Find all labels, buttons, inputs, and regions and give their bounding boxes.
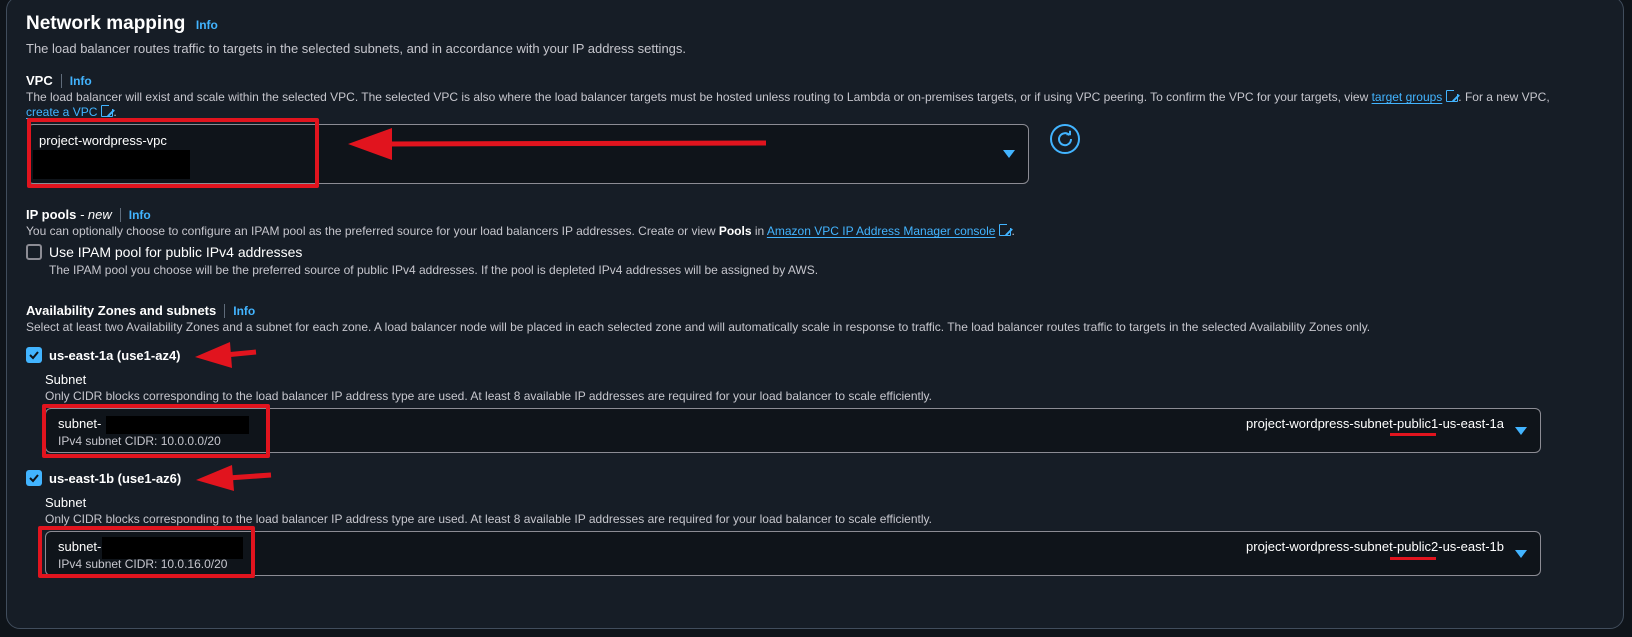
ip-pools-info-link[interactable]: Info bbox=[129, 208, 151, 222]
ipam-console-link[interactable]: Amazon VPC IP Address Manager console bbox=[767, 224, 996, 238]
subnet-label: Subnet bbox=[45, 495, 87, 510]
subnet-description: Only CIDR blocks corresponding to the lo… bbox=[45, 512, 932, 526]
section-header: Network mapping Info bbox=[26, 13, 218, 35]
vpc-label: VPC bbox=[26, 73, 53, 88]
ip-pools-header: IP pools - new Info bbox=[26, 206, 151, 224]
ip-pools-desc-text: You can optionally choose to configure a… bbox=[26, 224, 719, 238]
ipam-pool-checkbox[interactable] bbox=[26, 244, 42, 260]
section-title: Network mapping bbox=[26, 13, 186, 34]
vpc-desc-text-2: . For a new VPC, bbox=[1458, 90, 1550, 104]
section-description: The load balancer routes traffic to targ… bbox=[26, 41, 687, 56]
refresh-icon bbox=[1058, 130, 1073, 147]
subnet-description: Only CIDR blocks corresponding to the lo… bbox=[45, 389, 932, 403]
section-info-link[interactable]: Info bbox=[196, 18, 218, 32]
caret-down-icon bbox=[1515, 550, 1527, 558]
external-link-icon bbox=[999, 222, 1014, 236]
subnet-name: project-wordpress-subnet-public2-us-east… bbox=[1246, 539, 1504, 554]
subnet-label: Subnet bbox=[45, 372, 87, 387]
create-vpc-link[interactable]: create a VPC bbox=[26, 105, 97, 119]
annotation-box-subnet-2 bbox=[38, 526, 255, 578]
az-description: Select at least two Availability Zones a… bbox=[26, 320, 1371, 334]
external-link-icon bbox=[101, 103, 116, 117]
divider bbox=[60, 73, 62, 88]
annotation-box-subnet-1 bbox=[42, 404, 270, 458]
annotation-box-vpc bbox=[27, 118, 319, 188]
zone-label-us-east-1a[interactable]: us-east-1a (use1-az4) bbox=[49, 348, 181, 363]
az-label: Availability Zones and subnets bbox=[26, 303, 217, 318]
divider bbox=[119, 207, 121, 222]
subnet-select-us-east-1b[interactable]: subnet- IPv4 subnet CIDR: 10.0.16.0/20 p… bbox=[45, 531, 1541, 576]
ip-pools-desc-text-2: in bbox=[751, 224, 767, 238]
vpc-desc-text: The load balancer will exist and scale w… bbox=[26, 90, 1372, 104]
zone-checkbox-us-east-1b[interactable] bbox=[26, 470, 42, 486]
ip-pools-description: You can optionally choose to configure a… bbox=[26, 222, 1015, 238]
refresh-button[interactable] bbox=[1050, 124, 1080, 154]
annotation-underline-public1 bbox=[1390, 433, 1436, 436]
subnet-name: project-wordpress-subnet-public1-us-east… bbox=[1246, 416, 1504, 431]
caret-down-icon bbox=[1003, 150, 1015, 158]
vpc-info-link[interactable]: Info bbox=[70, 74, 92, 88]
ip-pools-label: IP pools bbox=[26, 207, 77, 222]
zone-label-us-east-1b[interactable]: us-east-1b (use1-az6) bbox=[49, 471, 181, 486]
vpc-description: The load balancer will exist and scale w… bbox=[26, 88, 1550, 104]
ipam-pool-checkbox-label[interactable]: Use IPAM pool for public IPv4 addresses bbox=[49, 244, 302, 260]
pools-bold-text: Pools bbox=[718, 224, 752, 238]
az-info-link[interactable]: Info bbox=[233, 304, 255, 318]
annotation-underline-public2 bbox=[1390, 557, 1436, 560]
ipam-pool-checkbox-description: The IPAM pool you choose will be the pre… bbox=[49, 263, 819, 277]
zone-checkbox-us-east-1a[interactable] bbox=[26, 347, 42, 363]
checkmark-icon bbox=[29, 351, 39, 360]
ip-pools-new-badge: - new bbox=[76, 207, 112, 222]
checkmark-icon bbox=[29, 474, 39, 483]
external-link-icon bbox=[1446, 88, 1461, 102]
target-groups-link[interactable]: target groups bbox=[1372, 90, 1443, 104]
divider bbox=[224, 303, 226, 318]
caret-down-icon bbox=[1515, 427, 1527, 435]
vpc-description-line2: create a VPC. bbox=[26, 103, 117, 119]
az-header: Availability Zones and subnets Info bbox=[26, 302, 255, 320]
vpc-header: VPC Info bbox=[26, 72, 92, 90]
